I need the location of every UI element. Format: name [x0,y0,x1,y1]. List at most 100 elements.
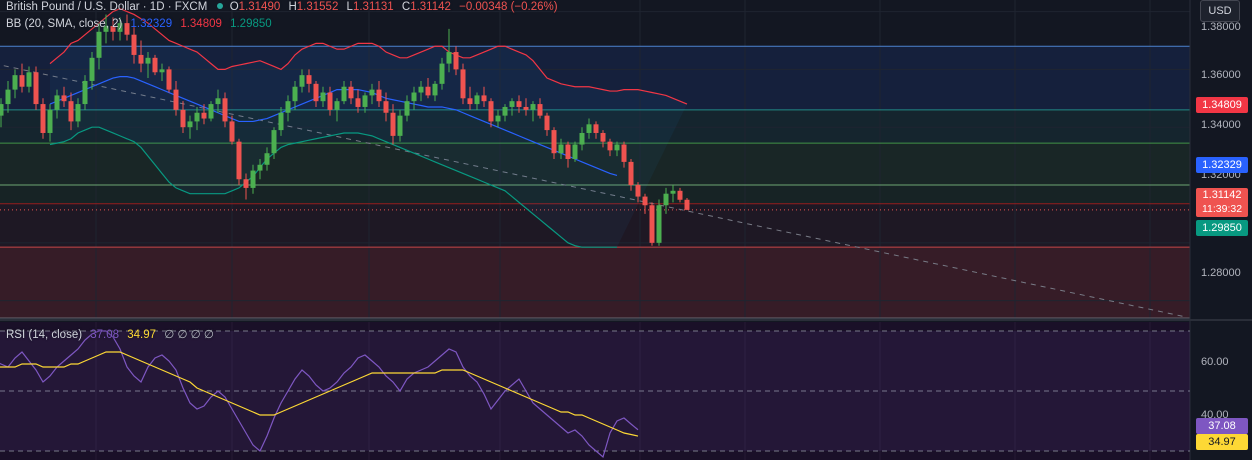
candle-body[interactable] [663,193,669,206]
candle-body[interactable] [586,124,592,133]
candle-body[interactable] [68,101,74,122]
candle-body[interactable] [152,57,158,73]
candle-body[interactable] [47,109,53,133]
candle-body[interactable] [82,80,88,105]
candle-body[interactable] [215,98,221,105]
candle-body[interactable] [453,52,459,70]
candle-body[interactable] [201,112,207,119]
candle-body[interactable] [334,101,340,110]
candle-body[interactable] [292,86,298,102]
rsi-label[interactable]: RSI (14, close) [6,329,82,341]
candle-body[interactable] [61,95,67,102]
candle-body[interactable] [166,69,172,90]
candle-body[interactable] [579,132,585,145]
candle-body[interactable] [670,190,676,194]
candle-body[interactable] [425,86,431,96]
candle-body[interactable] [537,104,543,116]
candle-body[interactable] [194,112,200,122]
candle-body[interactable] [285,101,291,113]
candle-body[interactable] [96,31,102,58]
candle-body[interactable] [544,115,550,131]
candle-body[interactable] [313,83,319,102]
candle-body[interactable] [299,75,305,87]
candle-body[interactable] [5,89,11,105]
candle-body[interactable] [327,92,333,110]
candle-body[interactable] [642,196,648,206]
candle-body[interactable] [271,130,277,154]
candle-body[interactable] [509,101,515,107]
bb-label[interactable]: BB (20, SMA, close, 2) [6,18,122,30]
candle-body[interactable] [208,104,214,119]
candle-body[interactable] [621,144,627,162]
candle-body[interactable] [404,101,410,116]
candle-body[interactable] [558,144,564,154]
candle-body[interactable] [243,179,249,188]
candle-body[interactable] [481,95,487,102]
candle-body[interactable] [635,185,641,197]
candle-body[interactable] [278,112,284,131]
candle-body[interactable] [397,115,403,136]
candle-body[interactable] [54,95,60,110]
candle-body[interactable] [229,121,235,142]
candle-body[interactable] [89,57,95,81]
candle-body[interactable] [180,109,186,128]
candle-body[interactable] [320,92,326,102]
chart-canvas[interactable] [0,0,1252,460]
candle-body[interactable] [565,144,571,159]
rsi-legend[interactable]: RSI (14, close) 37.08 34.97 ∅ ∅ ∅ ∅ [6,327,214,341]
candle-body[interactable] [439,63,445,84]
candle-body[interactable] [628,161,634,186]
bb-legend[interactable]: BB (20, SMA, close, 2) 1.32329 1.34809 1… [6,18,272,30]
symbol-title[interactable]: British Pound / U.S. Dollar · 1D · FXCM [6,1,207,13]
candle-body[interactable] [390,112,396,136]
candle-body[interactable] [460,69,466,99]
candle-body[interactable] [593,124,599,133]
candle-body[interactable] [677,190,683,200]
candle-body[interactable] [222,98,228,122]
candle-body[interactable] [474,95,480,105]
candle-body[interactable] [173,89,179,110]
candle-body[interactable] [607,141,613,151]
candle-body[interactable] [684,199,690,210]
candle-body[interactable] [19,75,25,87]
candle-body[interactable] [432,83,438,96]
candle-body[interactable] [467,98,473,105]
candle-body[interactable] [355,98,361,107]
candle-body[interactable] [551,130,557,154]
candle-body[interactable] [572,144,578,159]
candle-body[interactable] [418,86,424,93]
candle-body[interactable] [159,69,165,73]
candle-body[interactable] [26,72,32,87]
candle-body[interactable] [306,75,312,84]
currency-button[interactable]: USD [1200,0,1240,22]
candle-body[interactable] [516,101,522,107]
candle-body[interactable] [131,34,137,55]
candle-body[interactable] [411,92,417,102]
candle-body[interactable] [236,141,242,180]
candle-body[interactable] [187,121,193,128]
candle-body[interactable] [614,144,620,151]
candle-body[interactable] [383,101,389,113]
candle-body[interactable] [250,170,256,188]
candle-body[interactable] [376,89,382,102]
candle-body[interactable] [341,86,347,102]
candle-body[interactable] [502,106,508,116]
candle-body[interactable] [348,86,354,99]
candle-body[interactable] [264,153,270,165]
candle-body[interactable] [0,104,4,116]
candle-body[interactable] [656,205,662,243]
candle-body[interactable] [495,115,501,122]
candle-body[interactable] [33,72,39,105]
candle-body[interactable] [75,104,81,122]
candle-body[interactable] [257,164,263,171]
candle-body[interactable] [446,52,452,64]
candle-body[interactable] [523,106,529,110]
candle-body[interactable] [138,54,144,64]
candle-body[interactable] [600,132,606,142]
candle-body[interactable] [145,57,151,64]
candle-body[interactable] [40,104,46,133]
candle-body[interactable] [530,104,536,110]
candle-body[interactable] [649,205,655,243]
candle-body[interactable] [488,101,494,122]
candle-body[interactable] [369,89,375,96]
